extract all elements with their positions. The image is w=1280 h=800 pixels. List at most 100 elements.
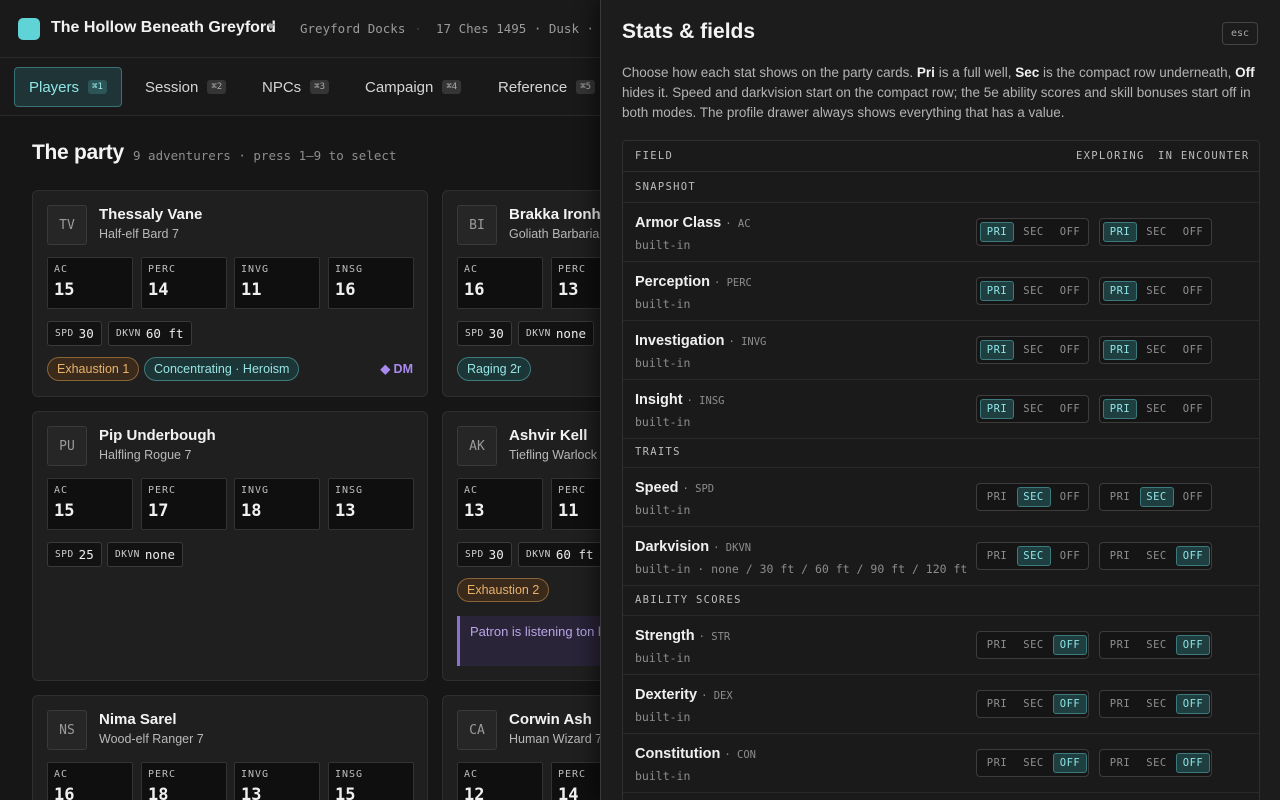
sec-option[interactable]: SEC bbox=[1017, 340, 1051, 360]
pri-option[interactable]: PRI bbox=[1103, 635, 1137, 655]
off-option[interactable]: OFF bbox=[1176, 635, 1210, 655]
condition-tag[interactable]: Exhaustion 1 bbox=[47, 357, 140, 381]
off-option[interactable]: OFF bbox=[1053, 340, 1087, 360]
field-source: built-in bbox=[635, 415, 691, 429]
off-option[interactable]: OFF bbox=[1053, 694, 1087, 714]
tab-reference[interactable]: Reference ⌘5 bbox=[484, 67, 609, 107]
sec-option[interactable]: SEC bbox=[1140, 399, 1174, 419]
stat-value: 13 bbox=[241, 785, 262, 800]
off-option[interactable]: OFF bbox=[1176, 399, 1210, 419]
pri-option[interactable]: PRI bbox=[980, 635, 1014, 655]
tab-session[interactable]: Session ⌘2 bbox=[131, 67, 240, 107]
avatar: AK bbox=[457, 426, 497, 466]
off-option[interactable]: OFF bbox=[1053, 222, 1087, 242]
off-option[interactable]: OFF bbox=[1176, 546, 1210, 566]
condition-tag[interactable]: Exhaustion 2 bbox=[457, 578, 550, 602]
avatar: TV bbox=[47, 205, 87, 245]
sec-option[interactable]: SEC bbox=[1016, 546, 1051, 566]
sec-option[interactable]: SEC bbox=[1017, 399, 1051, 419]
table-header: FIELD EXPLORING IN ENCOUNTER bbox=[623, 141, 1259, 172]
field-source: built-in bbox=[635, 503, 691, 517]
pri-option[interactable]: PRI bbox=[1103, 340, 1137, 360]
pri-option[interactable]: PRI bbox=[980, 694, 1014, 714]
off-option[interactable]: OFF bbox=[1053, 487, 1087, 507]
field-abbreviation: · INSG bbox=[686, 395, 725, 407]
pri-option[interactable]: PRI bbox=[1103, 399, 1137, 419]
sec-option[interactable]: SEC bbox=[1017, 281, 1051, 301]
field-row: Strength · STR built-in PRI SEC OFF PRI SEC OFF bbox=[623, 616, 1259, 675]
tab-players[interactable]: Players ⌘1 bbox=[14, 67, 122, 107]
chevron-down-icon[interactable] bbox=[267, 24, 275, 29]
party-card[interactable]: TV Thessaly Vane Half-elf Bard 7 AC 15 PE… bbox=[32, 190, 428, 397]
shortcut-badge: ⌘1 bbox=[88, 80, 107, 94]
field-row: Darkvision · DKVN built-in · none / 30 ft … bbox=[623, 527, 1259, 586]
pri-option[interactable]: PRI bbox=[1103, 222, 1137, 242]
tab-label: Campaign bbox=[365, 78, 434, 96]
field-row: Dexterity · DEX built-in PRI SEC OFF PRI SEC OFF bbox=[623, 675, 1259, 734]
off-option[interactable]: OFF bbox=[1176, 340, 1210, 360]
section-label: TRAITS bbox=[635, 446, 681, 458]
pri-option[interactable]: PRI bbox=[1103, 753, 1137, 773]
sec-option[interactable]: SEC bbox=[1140, 222, 1174, 242]
tab-npcs[interactable]: NPCs ⌘3 bbox=[248, 67, 343, 107]
off-option[interactable]: OFF bbox=[1176, 281, 1210, 301]
desc-text: hides it. Speed and darkvision start on … bbox=[622, 85, 1251, 120]
off-option[interactable]: OFF bbox=[1176, 487, 1210, 507]
pri-option[interactable]: PRI bbox=[1103, 694, 1137, 714]
sec-option[interactable]: SEC bbox=[1017, 222, 1051, 242]
sec-option[interactable]: SEC bbox=[1140, 546, 1174, 566]
party-card[interactable]: NS Nima Sarel Wood-elf Ranger 7 AC 16 PER… bbox=[32, 695, 428, 800]
sec-option[interactable]: SEC bbox=[1016, 487, 1051, 507]
condition-tag[interactable]: Concentrating · Heroism bbox=[144, 357, 300, 381]
off-option[interactable]: OFF bbox=[1053, 753, 1087, 773]
off-option[interactable]: OFF bbox=[1053, 635, 1087, 655]
field-name: Investigation · INVG bbox=[635, 333, 766, 349]
stat-well: AC 12 bbox=[457, 762, 543, 800]
sec-option[interactable]: SEC bbox=[1139, 487, 1174, 507]
sec-option[interactable]: SEC bbox=[1140, 340, 1174, 360]
chip-value: 30 bbox=[78, 326, 94, 341]
pri-option[interactable]: PRI bbox=[980, 546, 1014, 566]
off-option[interactable]: OFF bbox=[1053, 546, 1087, 566]
off-option[interactable]: OFF bbox=[1176, 694, 1210, 714]
sec-option[interactable]: SEC bbox=[1017, 635, 1051, 655]
sec-option[interactable]: SEC bbox=[1140, 753, 1174, 773]
pri-option[interactable]: PRI bbox=[980, 753, 1014, 773]
field-label: Perception bbox=[635, 274, 710, 290]
sec-option[interactable]: SEC bbox=[1017, 753, 1051, 773]
close-button[interactable]: esc bbox=[1222, 22, 1258, 45]
off-option[interactable]: OFF bbox=[1176, 222, 1210, 242]
tab-label: Session bbox=[145, 78, 199, 96]
chip-value: 30 bbox=[488, 547, 504, 562]
separator: · bbox=[416, 21, 420, 35]
character-class: Wood-elf Ranger 7 bbox=[99, 732, 204, 746]
stat-value: 15 bbox=[54, 501, 75, 521]
pri-option[interactable]: PRI bbox=[980, 487, 1014, 507]
exploring-mode-toggle: PRI SEC OFF bbox=[976, 336, 1089, 364]
pri-option[interactable]: PRI bbox=[980, 399, 1014, 419]
condition-tag[interactable]: Raging 2r bbox=[457, 357, 532, 381]
off-option[interactable]: OFF bbox=[1053, 399, 1087, 419]
pri-option[interactable]: PRI bbox=[980, 340, 1014, 360]
character-class: Goliath Barbaria bbox=[509, 227, 600, 241]
campaign-selector[interactable]: The Hollow Beneath Greyford bbox=[51, 19, 276, 37]
off-option[interactable]: OFF bbox=[1053, 281, 1087, 301]
pri-option[interactable]: PRI bbox=[980, 281, 1014, 301]
field-name: Armor Class · AC bbox=[635, 215, 751, 231]
pri-option[interactable]: PRI bbox=[1103, 546, 1137, 566]
tab-campaign[interactable]: Campaign ⌘4 bbox=[351, 67, 475, 107]
exploring-mode-toggle: PRI SEC OFF bbox=[976, 218, 1089, 246]
sec-option[interactable]: SEC bbox=[1140, 281, 1174, 301]
sec-option[interactable]: SEC bbox=[1140, 635, 1174, 655]
pri-option[interactable]: PRI bbox=[980, 222, 1014, 242]
sec-option[interactable]: SEC bbox=[1017, 694, 1051, 714]
stat-value: 12 bbox=[464, 785, 485, 800]
party-card[interactable]: PU Pip Underbough Halfling Rogue 7 AC 15 … bbox=[32, 411, 428, 681]
pri-option[interactable]: PRI bbox=[1103, 487, 1137, 507]
field-name: Dexterity · DEX bbox=[635, 687, 733, 703]
off-option[interactable]: OFF bbox=[1176, 753, 1210, 773]
sec-option[interactable]: SEC bbox=[1140, 694, 1174, 714]
field-label: Dexterity bbox=[635, 687, 698, 703]
field-name: Insight · INSG bbox=[635, 392, 724, 408]
pri-option[interactable]: PRI bbox=[1103, 281, 1137, 301]
